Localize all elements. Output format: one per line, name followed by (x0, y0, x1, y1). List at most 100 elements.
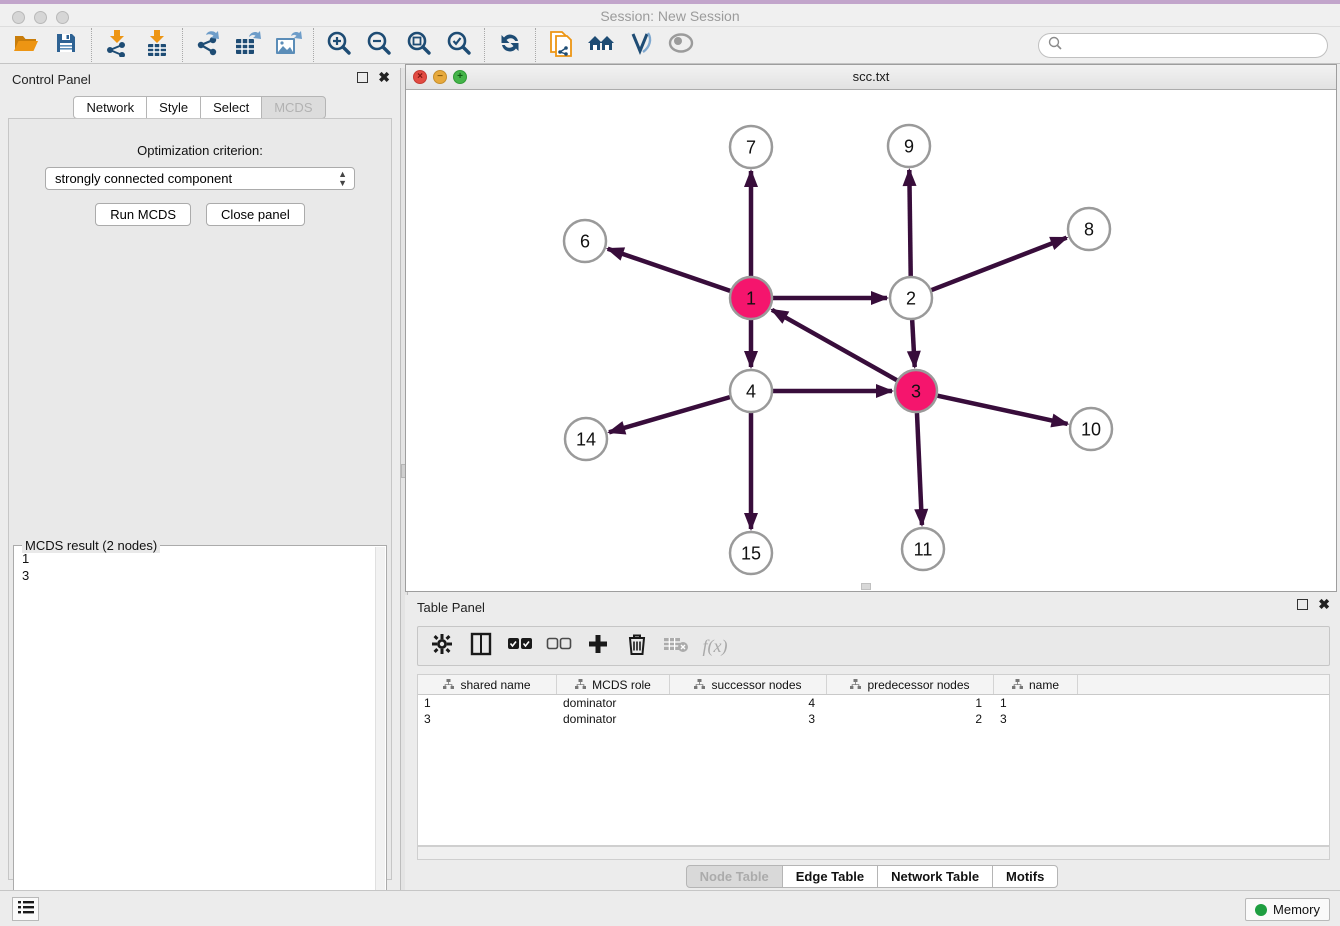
table-row[interactable]: 3dominator323 (418, 711, 1329, 727)
zoom-in-button[interactable] (319, 29, 359, 61)
table-settings-button[interactable] (427, 631, 457, 661)
table-cell[interactable]: 3 (418, 711, 557, 727)
graph-edge-2-3[interactable] (912, 320, 915, 367)
tab-select[interactable]: Select (200, 96, 262, 119)
graph-node-1[interactable]: 1 (730, 277, 772, 319)
zoom-fit-button[interactable] (399, 29, 439, 61)
float-table-panel-icon[interactable] (1297, 599, 1308, 610)
tab-node-table[interactable]: Node Table (686, 865, 783, 888)
split-columns-button[interactable] (466, 631, 496, 661)
graph-node-7[interactable]: 7 (730, 126, 772, 168)
table-panel-title: Table Panel (417, 600, 485, 615)
save-session-button[interactable] (46, 29, 86, 61)
refresh-view-button[interactable] (490, 29, 530, 61)
graph-edge-2-9[interactable] (909, 170, 910, 276)
close-table-panel-icon[interactable]: ✖ (1318, 599, 1330, 610)
table-tabs: Node Table Edge Table Network Table Moti… (405, 865, 1340, 888)
mcds-result-box: MCDS result (2 nodes) 1 3 (13, 545, 387, 921)
table-cell[interactable]: 1 (418, 695, 557, 711)
table-cell[interactable]: dominator (557, 711, 670, 727)
close-panel-icon[interactable]: ✖ (378, 72, 390, 83)
graph-edge-1-6[interactable] (608, 249, 730, 291)
table-row[interactable]: 1dominator411 (418, 695, 1329, 711)
svg-text:7: 7 (746, 137, 756, 157)
mcds-result-text[interactable]: 1 3 (16, 550, 374, 918)
graph-node-3[interactable]: 3 (895, 370, 937, 412)
graph-node-2[interactable]: 2 (890, 277, 932, 319)
graph-node-11[interactable]: 11 (902, 528, 944, 570)
list-icon (17, 899, 35, 920)
function-icon: f(x) (703, 636, 728, 657)
network-resize-grip[interactable] (861, 583, 871, 590)
tab-mcds[interactable]: MCDS (261, 96, 325, 119)
network-canvas[interactable]: 7 9 6 8 1 2 4 3 14 10 15 11 (406, 91, 1336, 591)
graph-edge-2-8[interactable] (932, 238, 1067, 290)
graph-node-6[interactable]: 6 (564, 220, 606, 262)
graph-node-8[interactable]: 8 (1068, 208, 1110, 250)
search-icon (1047, 35, 1063, 56)
home-button[interactable] (581, 29, 621, 61)
network-window-titlebar[interactable]: × − + scc.txt (406, 65, 1336, 90)
delete-column-button[interactable] (622, 631, 652, 661)
documents-share-icon (548, 28, 574, 63)
tab-network[interactable]: Network (73, 96, 147, 119)
table-cell[interactable]: 2 (827, 711, 994, 727)
result-scrollbar[interactable] (375, 547, 385, 919)
tab-motifs[interactable]: Motifs (992, 865, 1058, 888)
task-history-button[interactable] (12, 897, 39, 921)
svg-text:6: 6 (580, 231, 590, 251)
session-documents-button[interactable] (541, 29, 581, 61)
graph-edge-3-1[interactable] (772, 310, 897, 380)
svg-text:10: 10 (1081, 419, 1101, 439)
import-table-button[interactable] (137, 29, 177, 61)
column-header-name[interactable]: name (994, 675, 1078, 694)
table-hscrollbar[interactable] (417, 846, 1330, 860)
optimization-criterion-select[interactable]: strongly connected component ▲▼ (45, 167, 355, 190)
graph-edge-4-14[interactable] (609, 397, 730, 432)
add-column-button[interactable] (583, 631, 613, 661)
status-bar: Memory (0, 890, 1340, 926)
graph-edge-3-11[interactable] (917, 413, 922, 525)
uncheck-all-button[interactable] (544, 631, 574, 661)
hide-panel-button[interactable] (661, 29, 701, 61)
graph-node-15[interactable]: 15 (730, 532, 772, 574)
vizmapper-button[interactable] (621, 29, 661, 61)
memory-button[interactable]: Memory (1245, 898, 1330, 921)
delete-table-button[interactable] (661, 631, 691, 661)
checked-boxes-icon (507, 637, 533, 656)
column-header-successor-nodes[interactable]: successor nodes (670, 675, 827, 694)
run-mcds-button[interactable]: Run MCDS (95, 203, 191, 226)
table-cell[interactable]: dominator (557, 695, 670, 711)
column-header-MCDS-role[interactable]: MCDS role (557, 675, 670, 694)
graph-node-4[interactable]: 4 (730, 370, 772, 412)
table-cell[interactable]: 3 (670, 711, 827, 727)
export-table-button[interactable] (228, 29, 268, 61)
tab-edge-table[interactable]: Edge Table (782, 865, 878, 888)
zoom-selected-button[interactable] (439, 29, 479, 61)
table-cell[interactable]: 4 (670, 695, 827, 711)
search-input[interactable] (1063, 36, 1327, 56)
tab-style[interactable]: Style (146, 96, 201, 119)
float-panel-icon[interactable] (357, 72, 368, 83)
function-builder-button[interactable]: f(x) (700, 631, 730, 661)
open-session-button[interactable] (6, 29, 46, 61)
table-cell[interactable]: 3 (994, 711, 1078, 727)
zoom-out-button[interactable] (359, 29, 399, 61)
import-network-icon (104, 29, 130, 62)
table-cell[interactable]: 1 (994, 695, 1078, 711)
import-network-button[interactable] (97, 29, 137, 61)
graph-edge-3-10[interactable] (937, 396, 1067, 424)
graph-node-9[interactable]: 9 (888, 125, 930, 167)
export-network-button[interactable] (188, 29, 228, 61)
close-panel-button[interactable]: Close panel (206, 203, 305, 226)
check-all-button[interactable] (505, 631, 535, 661)
table-cell[interactable]: 1 (827, 695, 994, 711)
column-header-predecessor-nodes[interactable]: predecessor nodes (827, 675, 994, 694)
graph-node-10[interactable]: 10 (1070, 408, 1112, 450)
hierarchy-icon (694, 678, 705, 692)
export-image-button[interactable] (268, 29, 308, 61)
column-header-shared-name[interactable]: shared name (418, 675, 557, 694)
graph-node-14[interactable]: 14 (565, 418, 607, 460)
control-panel: Control Panel ✖ Network Style Select MCD… (0, 68, 400, 890)
tab-network-table[interactable]: Network Table (877, 865, 993, 888)
